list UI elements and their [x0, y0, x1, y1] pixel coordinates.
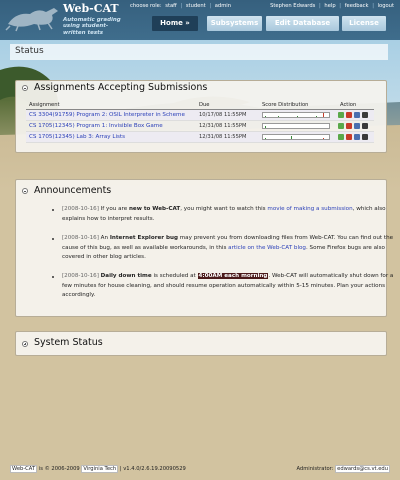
edit-icon[interactable]: [346, 112, 352, 118]
view-icon[interactable]: [338, 123, 344, 129]
announcement-text: If you are: [98, 206, 129, 212]
system-status-title: System Status: [34, 337, 103, 348]
announcement-bold: new to Web-CAT: [128, 206, 181, 212]
table-header: Assignment Due Score Distribution Action: [26, 101, 374, 110]
table-row: CS 3304(91759) Program 2: OSIL Interpret…: [26, 110, 374, 121]
announcement-item: [2008-10-16] If you are new to Web-CAT, …: [52, 205, 396, 224]
table-row: CS 1705(12345) Program 1: Invisible Box …: [26, 121, 374, 132]
role-student-link[interactable]: student: [186, 3, 206, 9]
announcements-panel: Announcements [2008-10-16] If you are ne…: [15, 179, 393, 317]
download-icon[interactable]: [362, 112, 368, 118]
row-actions: [338, 111, 370, 119]
announcement-text: An: [98, 235, 110, 241]
web-cat-logo[interactable]: [4, 2, 64, 32]
assignments-panel: Assignments Accepting Submissions Assign…: [15, 80, 387, 153]
due-date: 12/31/08 11:55PM: [199, 134, 247, 140]
downtime-highlight: 4:00AM each morning: [197, 273, 269, 279]
app-title[interactable]: Web-CAT: [63, 2, 119, 15]
announcement-date: [2008-10-16]: [62, 206, 99, 212]
nav-edit-database-button[interactable]: Edit Database: [266, 16, 339, 31]
due-date: 12/31/08 11:55PM: [199, 123, 247, 129]
announcement-date: [2008-10-16]: [62, 273, 99, 279]
column-action: Action: [340, 102, 357, 108]
page-title: Status: [15, 46, 44, 56]
due-date: 10/17/08 11:55PM: [199, 112, 247, 118]
footer-admin-email[interactable]: edwards@cs.vt.edu: [335, 465, 390, 473]
user-links: Stephen Edwards | help | feedback | logo…: [270, 3, 394, 9]
user-name-link[interactable]: Stephen Edwards: [270, 3, 315, 9]
nav-license-button[interactable]: License: [342, 16, 386, 31]
row-actions: [338, 133, 370, 141]
assignments-title: Assignments Accepting Submissions: [34, 82, 208, 93]
footer-app-link[interactable]: Web-CAT: [10, 465, 38, 473]
help-link[interactable]: help: [324, 3, 335, 9]
assignment-link[interactable]: CS 1705(12345) Program 1: Invisible Box …: [29, 123, 163, 129]
score-distribution-chart[interactable]: [262, 123, 330, 129]
row-actions: [338, 122, 370, 130]
assignments-table: Assignment Due Score Distribution Action…: [26, 101, 374, 143]
announcement-item: [2008-10-16] An Internet Explorer bug ma…: [52, 234, 396, 263]
announcement-text: is scheduled at: [151, 273, 198, 279]
score-distribution-chart[interactable]: [262, 112, 330, 118]
footer-admin-label: Administrator:: [296, 466, 334, 472]
role-chooser: choose role: staff | student | admin: [130, 3, 231, 9]
expand-icon[interactable]: [22, 341, 28, 347]
table-row: CS 1705(12345) Lab 3: Array Lists 12/31/…: [26, 132, 374, 143]
app-tagline: Automatic grading using student-written …: [63, 17, 121, 36]
distribution-bar: [265, 138, 266, 139]
announcement-bold: Internet Explorer bug: [109, 235, 178, 241]
footer-institution-link[interactable]: Virginia Tech: [81, 465, 119, 473]
distribution-bar: [277, 116, 279, 117]
assignment-link[interactable]: CS 3304(91759) Program 2: OSIL Interpret…: [29, 112, 185, 118]
role-label: choose role:: [130, 3, 162, 9]
edit-icon[interactable]: [346, 134, 352, 140]
download-icon[interactable]: [362, 123, 368, 129]
collapse-icon[interactable]: [22, 188, 28, 194]
top-header: Web-CAT Automatic grading using student-…: [0, 0, 400, 40]
announcement-bold: Daily down time: [100, 273, 152, 279]
footer: Web-CAT is © 2006-2009 Virginia Tech | v…: [10, 465, 390, 476]
footer-separator: |: [119, 466, 122, 472]
logout-link[interactable]: logout: [378, 3, 394, 9]
footer-admin: Administrator: edwards@cs.vt.edu: [296, 465, 390, 473]
graph-icon[interactable]: [354, 123, 360, 129]
assignment-link[interactable]: CS 1705(12345) Lab 3: Array Lists: [29, 134, 125, 140]
graph-icon[interactable]: [354, 112, 360, 118]
graph-icon[interactable]: [354, 134, 360, 140]
view-icon[interactable]: [338, 134, 344, 140]
nav-subsystems-button[interactable]: Subsystems: [207, 16, 262, 31]
footer-copyright: is © 2006-2009: [38, 466, 80, 472]
distribution-bar: [316, 115, 318, 117]
distribution-bar: [322, 112, 324, 117]
footer-version: v1.4.0/2.6.19.20090529: [123, 466, 186, 472]
role-staff-link[interactable]: staff: [165, 3, 177, 9]
announcements-title: Announcements: [34, 185, 112, 196]
announcement-item: [2008-10-16] Daily down time is schedule…: [52, 272, 396, 301]
view-icon[interactable]: [338, 112, 344, 118]
status-header: Status: [10, 44, 388, 60]
nav-home-button[interactable]: Home »: [152, 16, 198, 31]
feedback-link[interactable]: feedback: [345, 3, 369, 9]
distribution-bar: [265, 116, 266, 117]
assignments-rows: CS 3304(91759) Program 2: OSIL Interpret…: [26, 110, 374, 143]
column-due: Due: [199, 102, 210, 108]
system-status-panel[interactable]: System Status: [15, 331, 387, 356]
announcement-date: [2008-10-16]: [62, 235, 99, 241]
download-icon[interactable]: [362, 134, 368, 140]
column-assignment: Assignment: [29, 102, 60, 108]
distribution-bar: [265, 125, 266, 128]
column-score-distribution: Score Distribution: [262, 102, 309, 108]
distribution-bar: [290, 136, 292, 139]
distribution-bar: [322, 137, 324, 139]
edit-icon[interactable]: [346, 123, 352, 129]
role-admin-link[interactable]: admin: [215, 3, 231, 9]
movie-link[interactable]: movie of making a submission: [267, 206, 352, 212]
distribution-bar: [297, 116, 298, 117]
announcement-text: , you might want to watch this: [180, 206, 268, 212]
blog-article-link[interactable]: article on the Web-CAT blog: [228, 245, 306, 251]
collapse-icon[interactable]: [22, 85, 28, 91]
score-distribution-chart[interactable]: [262, 134, 330, 140]
